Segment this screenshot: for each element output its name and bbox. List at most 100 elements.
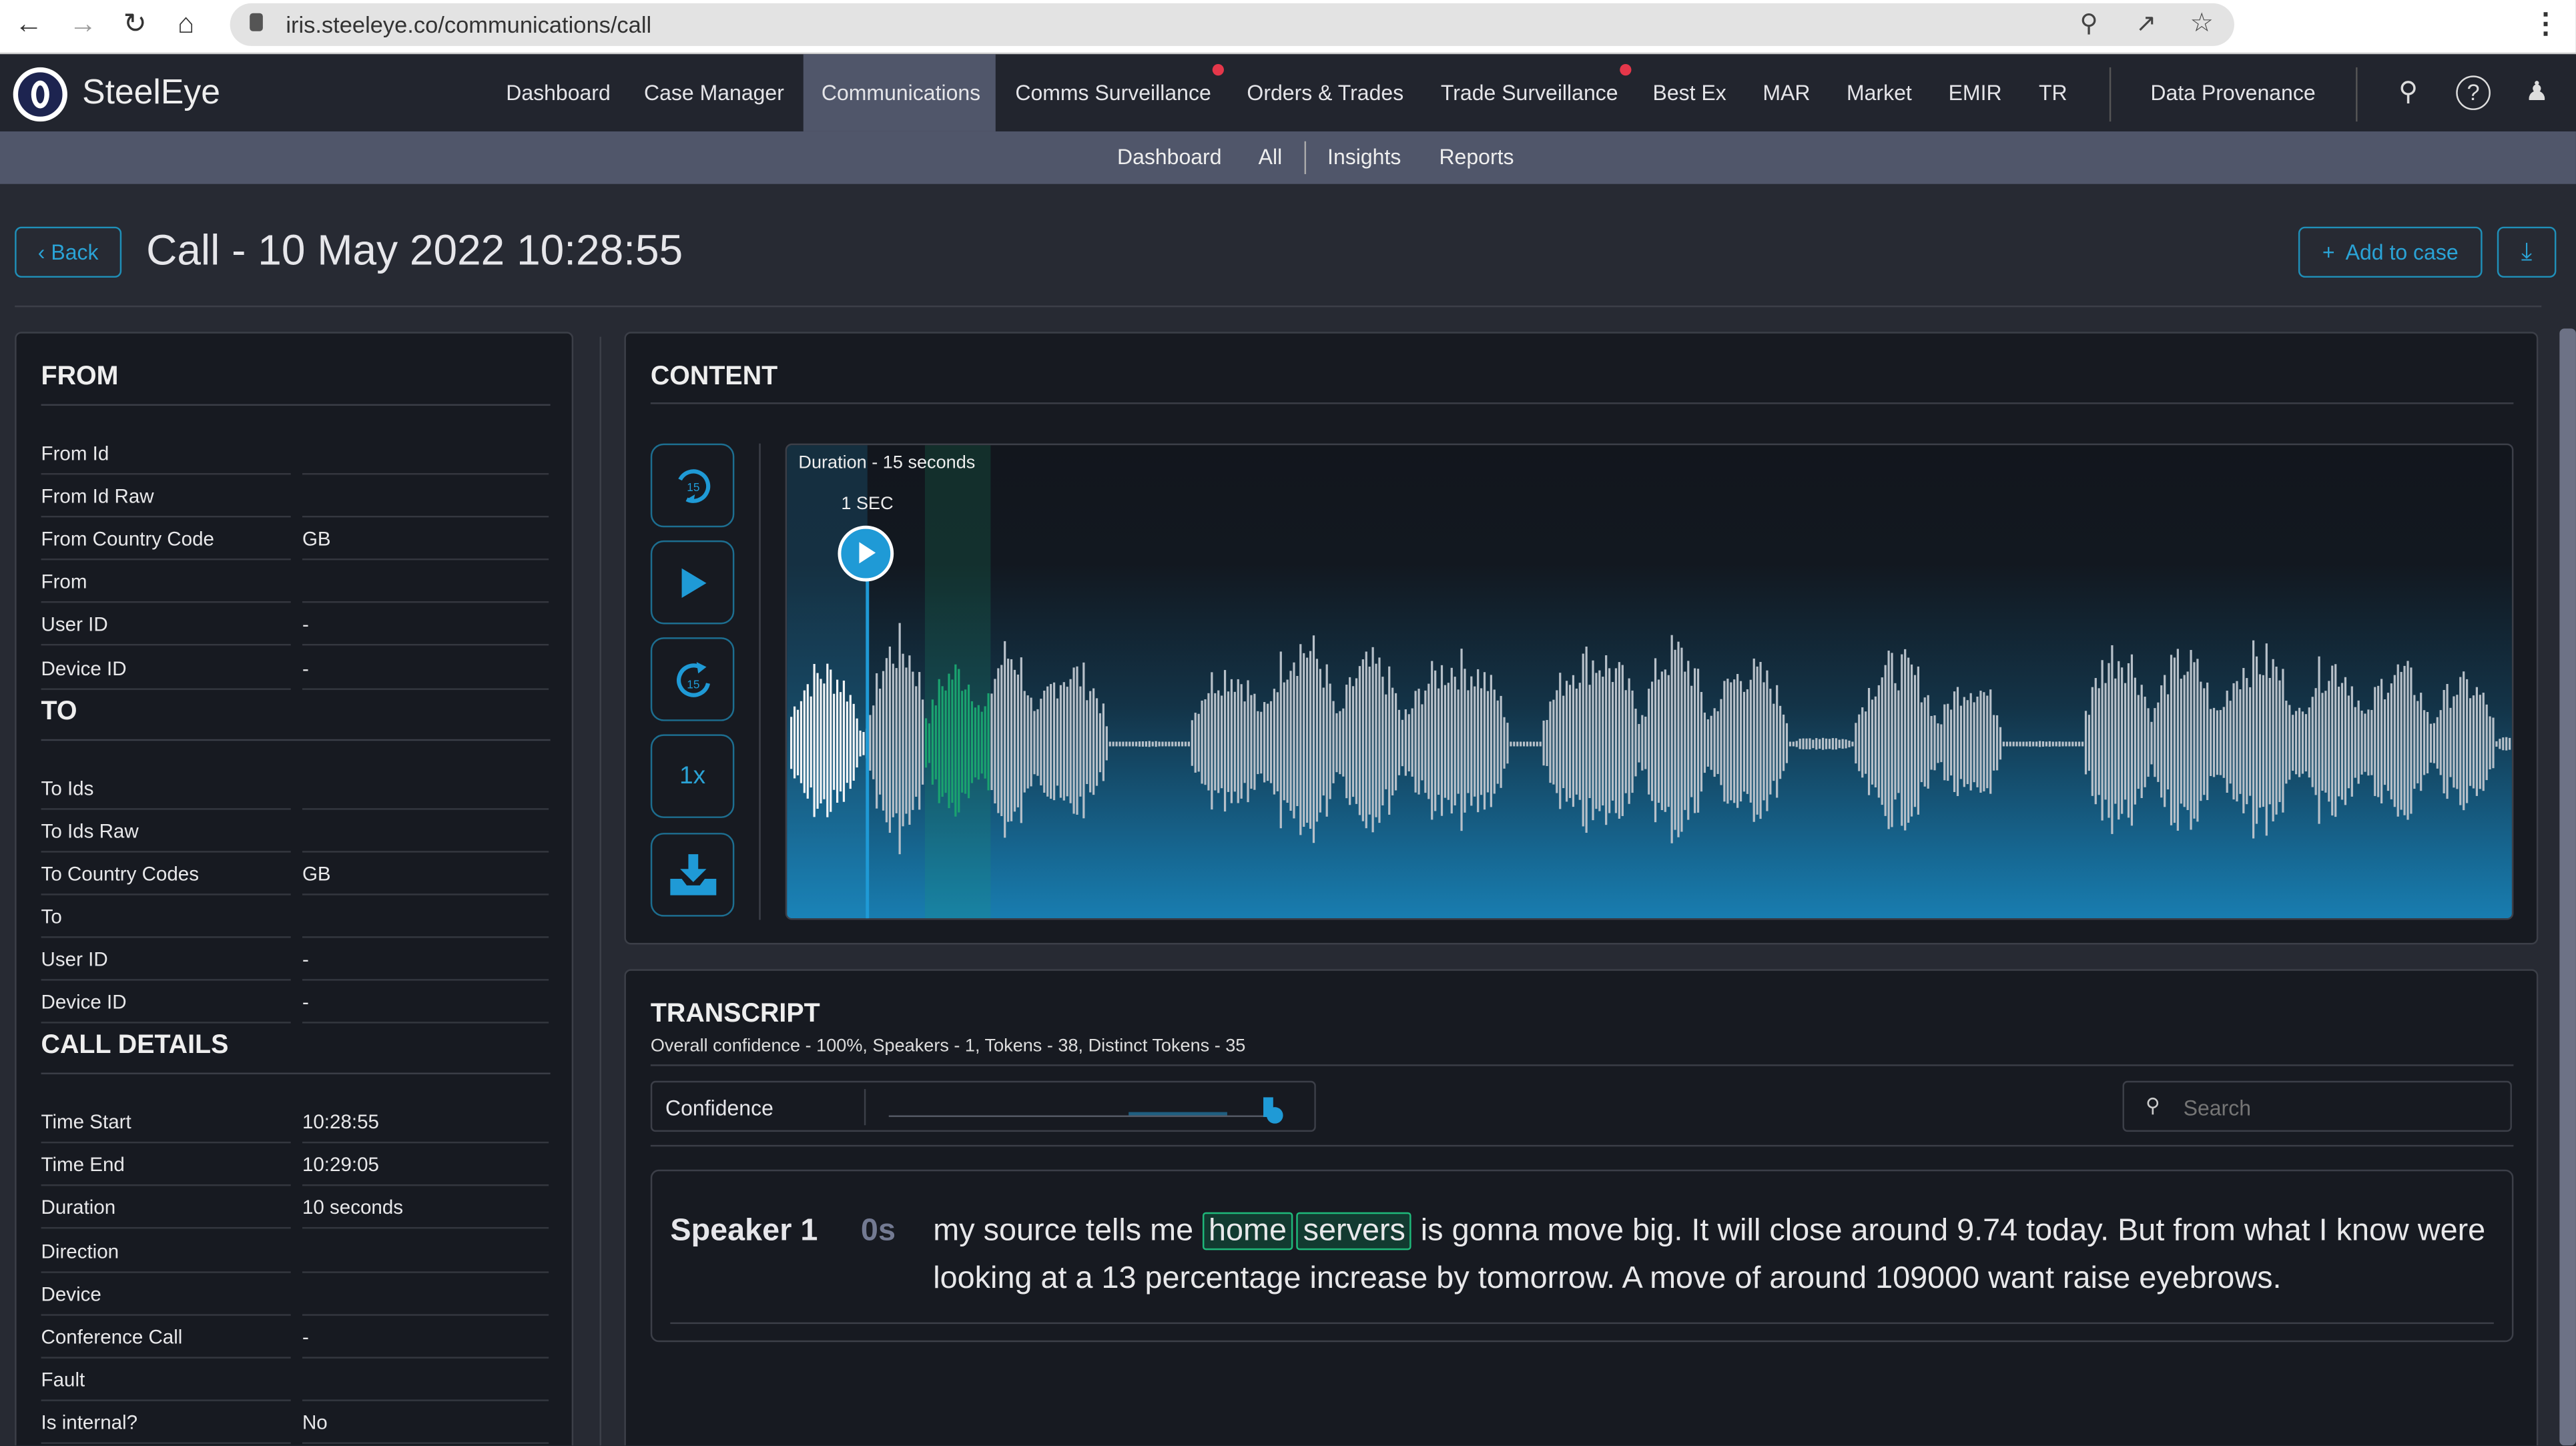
waveform-bar xyxy=(2068,741,2071,747)
key-icon[interactable]: ⚲ xyxy=(2398,75,2418,108)
plus-icon: + xyxy=(2322,240,2335,265)
subnav-reports[interactable]: Reports xyxy=(1439,131,1514,184)
waveform-bar xyxy=(924,718,928,768)
playback-speed-button[interactable]: 1x xyxy=(650,734,735,818)
waveform-bar xyxy=(2334,664,2337,817)
waveform-bar xyxy=(1361,659,1364,821)
star-icon[interactable]: ☆ xyxy=(2190,7,2213,39)
waveform-bar xyxy=(1069,679,1072,803)
add-to-case-button[interactable]: + Add to case xyxy=(2298,226,2483,278)
waveform-bar xyxy=(2410,667,2412,814)
kebab-menu-icon[interactable]: ⋮ xyxy=(2531,8,2559,41)
playhead-play-button[interactable] xyxy=(838,525,894,582)
waveform-bar xyxy=(2075,741,2077,747)
nav-item-comms-surveillance[interactable]: Comms Surveillance xyxy=(997,54,1229,131)
subnav-all[interactable]: All xyxy=(1259,131,1283,184)
waveform-bar xyxy=(830,669,832,812)
waveform-bar xyxy=(2370,709,2373,775)
waveform-bar xyxy=(2055,741,2057,747)
waveform-bar xyxy=(2019,741,2021,747)
waveform-bar xyxy=(1496,700,1499,784)
waveform-bar xyxy=(1792,741,1795,747)
waveform-bar xyxy=(2479,695,2481,789)
waveform-bar xyxy=(1940,724,1943,763)
segment-time[interactable]: 0s xyxy=(861,1214,896,1250)
waveform-bar xyxy=(1986,695,1989,789)
nav-divider xyxy=(2109,67,2112,122)
forward-15-button[interactable]: 15 xyxy=(650,637,735,721)
waveform-bar xyxy=(813,664,816,817)
field-label: From Id Raw xyxy=(41,484,154,508)
address-bar[interactable]: iris.steeleye.co/communications/call ⚲ ↗… xyxy=(230,3,2234,46)
waveform-bar xyxy=(846,701,848,783)
nav-item-best-ex[interactable]: Best Ex xyxy=(1634,54,1744,131)
keyword-highlight[interactable]: servers xyxy=(1296,1212,1412,1250)
nav-item-emir[interactable]: EMIR xyxy=(1930,54,2019,131)
waveform-bar xyxy=(2294,711,2298,775)
waveform-bar xyxy=(879,689,882,795)
nav-item-market[interactable]: Market xyxy=(1829,54,1930,131)
waveform-bar xyxy=(1161,741,1164,747)
nav-item-communications[interactable]: Communications xyxy=(803,54,996,131)
nav-item-mar[interactable]: MAR xyxy=(1744,54,1828,131)
transcript-words: my source tells me xyxy=(933,1214,1194,1248)
waveform-bar xyxy=(1588,685,1591,799)
waveform-bar xyxy=(1089,691,1092,793)
user-icon[interactable]: ♟ xyxy=(2525,75,2549,108)
nav-item-case-manager[interactable]: Case Manager xyxy=(626,54,802,131)
download-audio-button[interactable] xyxy=(650,833,735,917)
waveform-bar xyxy=(1434,670,1437,811)
page-scrollbar[interactable] xyxy=(2559,328,2576,1446)
waveform-bar xyxy=(2292,715,2294,771)
download-button[interactable]: ⤓ xyxy=(2497,226,2557,278)
nav-item-trade-surveillance[interactable]: Trade Surveillance xyxy=(1423,54,1636,131)
confidence-slider-handle[interactable] xyxy=(1266,1107,1283,1124)
back-button[interactable]: ‹ Back xyxy=(15,226,122,278)
waveform-bar xyxy=(1674,649,1676,830)
subnav-insights[interactable]: Insights xyxy=(1327,131,1401,184)
keyword-highlight[interactable]: home xyxy=(1202,1212,1293,1250)
nav-item-dashboard[interactable]: Dashboard xyxy=(488,54,629,131)
waveform-bar xyxy=(2081,741,2084,747)
play-button[interactable] xyxy=(650,540,735,625)
zoom-out-icon[interactable]: ⚲ xyxy=(2080,8,2098,38)
field-label: Direction xyxy=(41,1239,119,1262)
waveform-bar xyxy=(2360,710,2363,775)
waveform-bar xyxy=(1450,667,1453,814)
waveform-bar xyxy=(1582,653,1584,827)
waveform-bar xyxy=(2337,687,2340,797)
waveform-bar xyxy=(961,691,964,793)
waveform-bar xyxy=(1762,682,1765,801)
nav-item-orders-trades[interactable]: Orders & Trades xyxy=(1229,54,1421,131)
waveform-bar xyxy=(1404,709,1407,776)
duration-label: Duration - 15 seconds xyxy=(798,453,976,473)
waveform-bar xyxy=(1828,739,1831,749)
waveform-bar xyxy=(816,673,819,809)
waveform-bar xyxy=(1815,738,1818,750)
waveform-bar xyxy=(2344,677,2347,805)
sub-nav: Dashboard All Insights Reports xyxy=(0,131,2576,184)
waveform[interactable]: Duration - 15 seconds 1 SEC xyxy=(785,443,2514,920)
waveform-bar xyxy=(1930,715,1933,770)
home-icon[interactable]: ⌂ xyxy=(178,8,194,41)
subnav-dashboard[interactable]: Dashboard xyxy=(1117,131,1222,184)
summary-divider xyxy=(650,1064,2514,1066)
forward-arrow-icon[interactable]: → xyxy=(69,8,97,41)
waveform-bar xyxy=(1217,690,1220,793)
reload-icon[interactable]: ↻ xyxy=(123,8,147,41)
waveform-bar xyxy=(1095,698,1098,786)
nav-item-data-provenance[interactable]: Data Provenance xyxy=(2132,54,2333,131)
transcript-search[interactable]: ⚲ xyxy=(2122,1080,2512,1132)
search-input[interactable] xyxy=(2183,1090,2496,1124)
waveform-bar xyxy=(1897,690,1900,793)
steeleye-logo-icon[interactable] xyxy=(13,67,67,122)
download-icon: ⤓ xyxy=(2521,238,2533,266)
share-icon[interactable]: ↗ xyxy=(2136,8,2156,38)
waveform-bar xyxy=(1500,695,1502,788)
help-icon[interactable]: ? xyxy=(2456,75,2491,110)
waveform-bar xyxy=(1779,705,1782,779)
nav-item-tr[interactable]: TR xyxy=(2021,54,2085,131)
rewind-15-button[interactable]: 15 xyxy=(650,443,735,528)
back-arrow-icon[interactable]: ← xyxy=(15,8,43,41)
waveform-bar xyxy=(1026,695,1029,789)
